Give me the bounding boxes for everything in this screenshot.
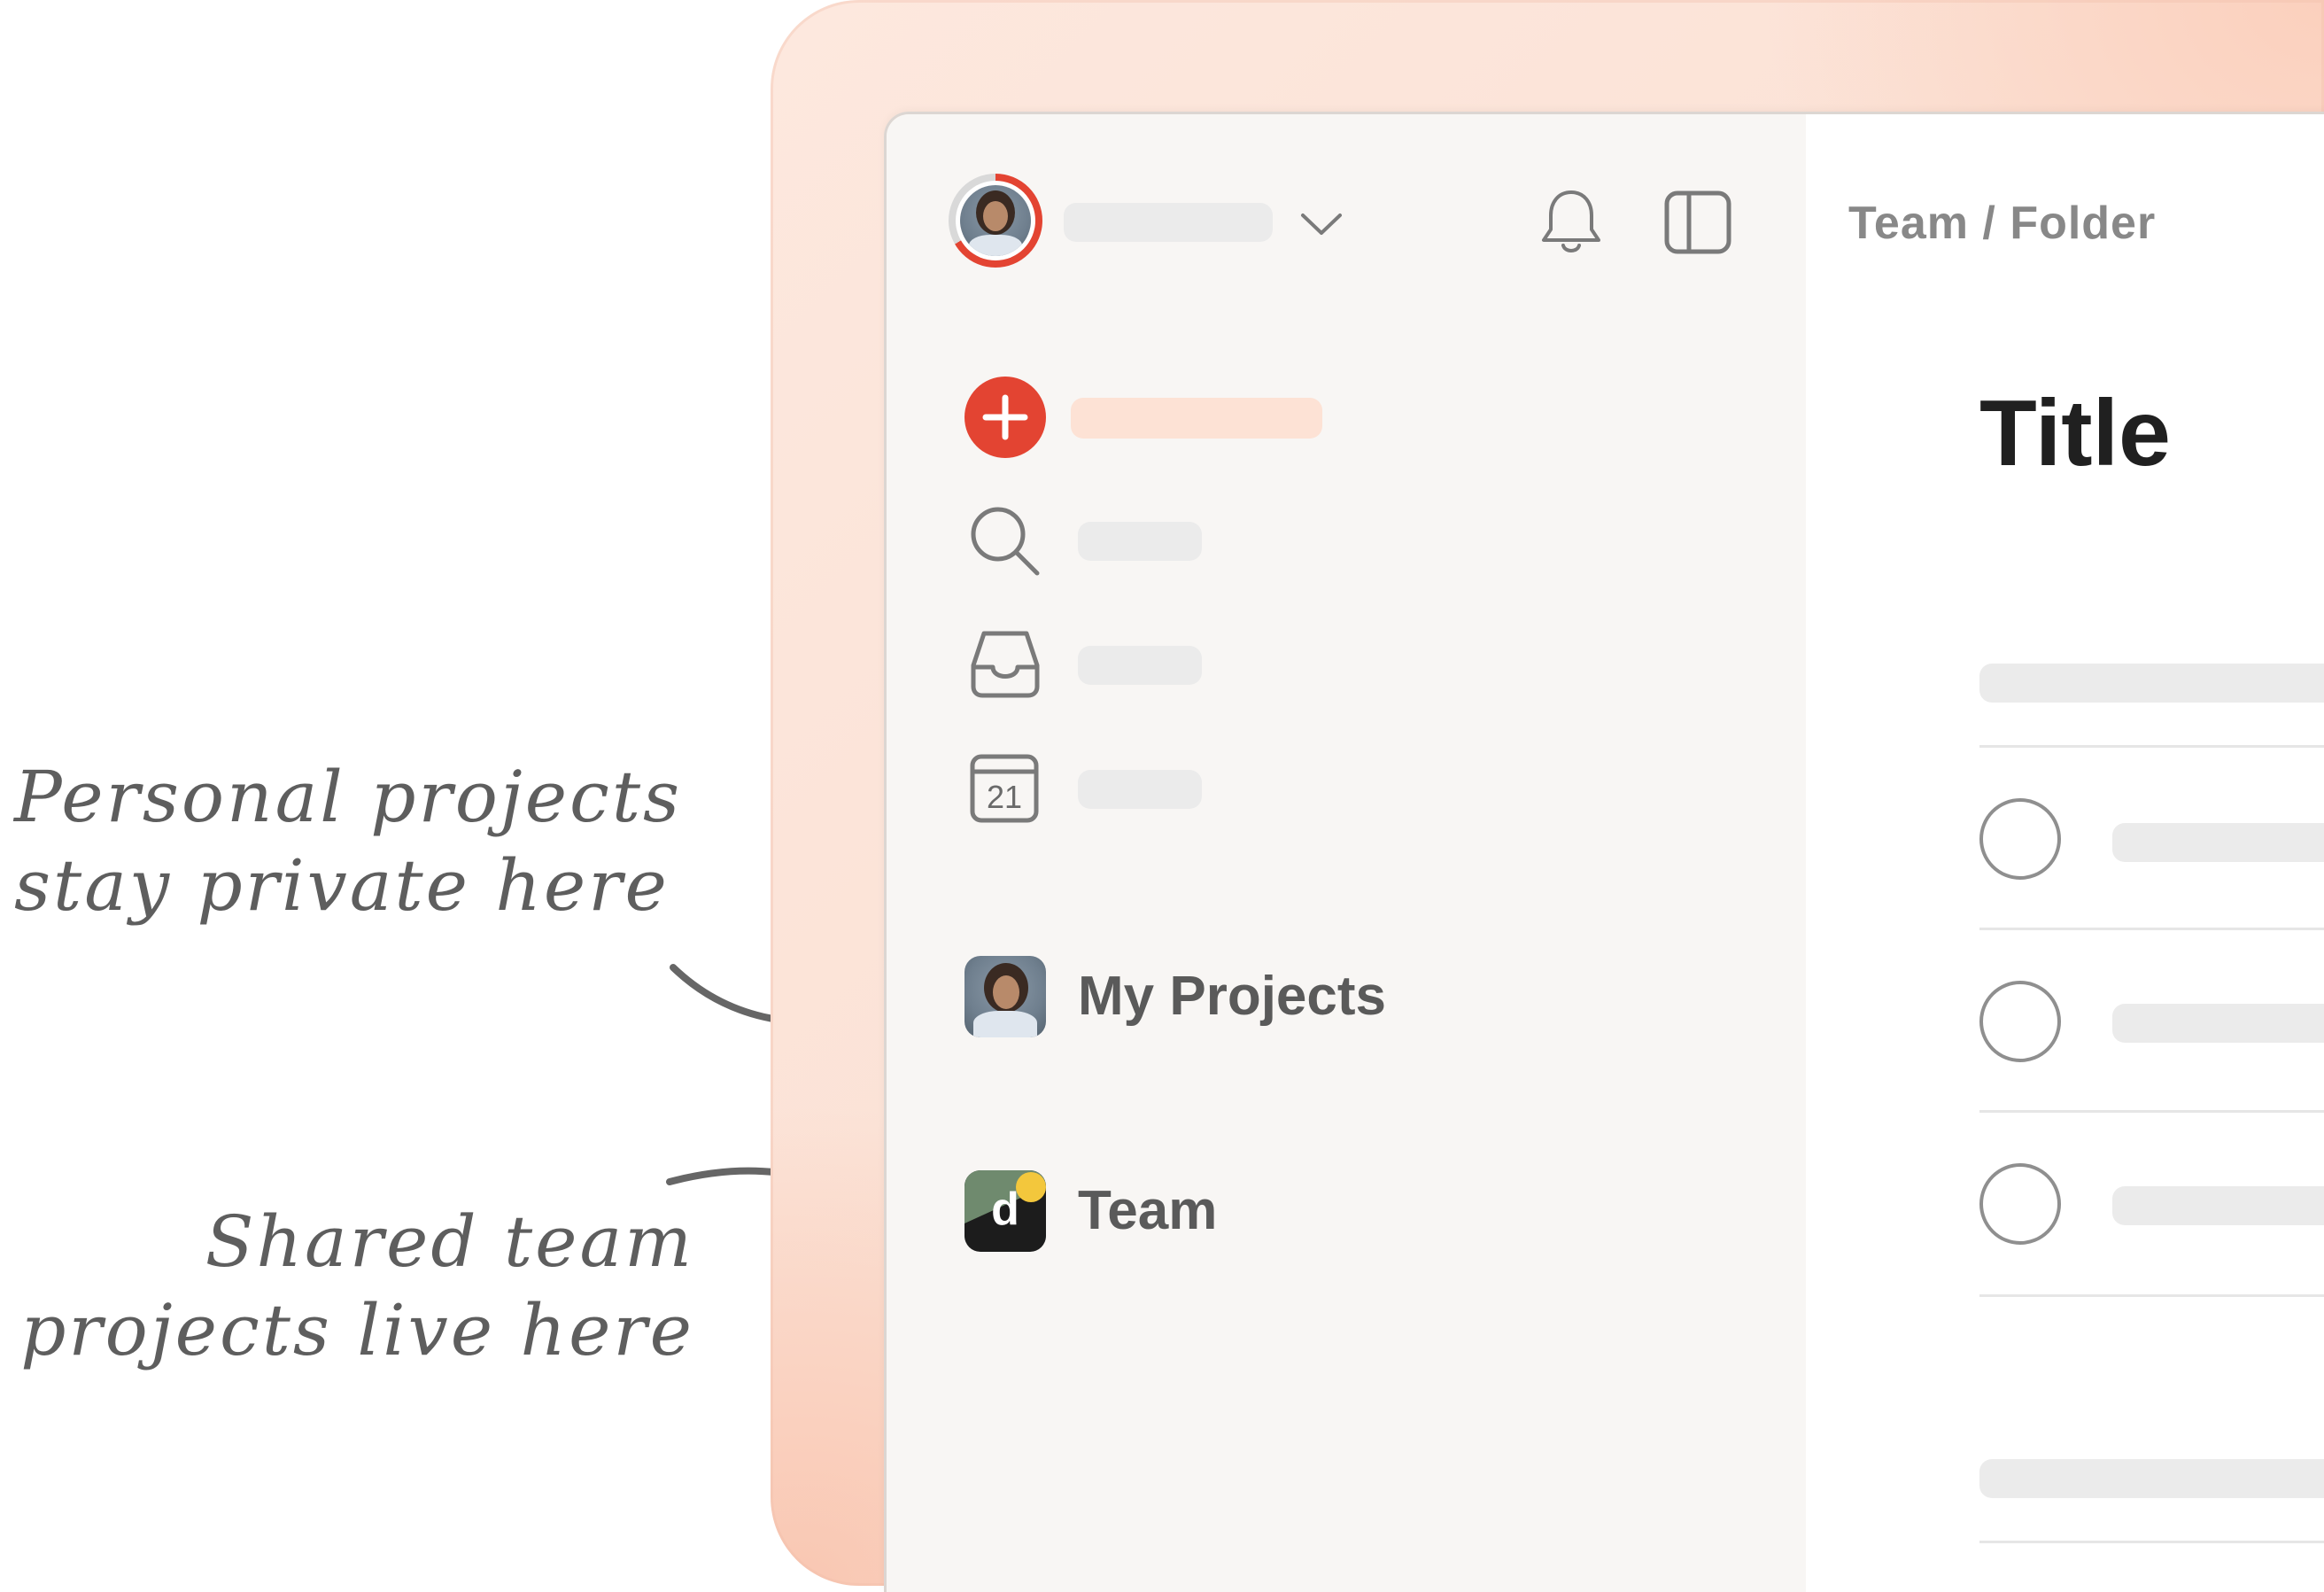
sidebar-item-team[interactable]: d Team <box>961 1167 1457 1255</box>
task-checkbox[interactable] <box>1979 1163 2061 1245</box>
calendar-day-number: 21 <box>986 779 1023 815</box>
team-logo-letter: d <box>991 1184 1019 1235</box>
divider <box>1979 1541 2324 1543</box>
app-window: 21 My Projects d Team Team / Folder Titl… <box>884 112 2324 1592</box>
upcoming-label-placeholder[interactable] <box>1078 770 1202 809</box>
annotation-shared-line-1: Shared team <box>205 1200 694 1283</box>
content-placeholder-bar <box>1979 664 2324 703</box>
annotation-shared: Shared team projects live here <box>20 1198 694 1375</box>
task-row[interactable] <box>1979 796 2324 885</box>
search-label-placeholder[interactable] <box>1078 522 1202 561</box>
bell-icon[interactable] <box>1540 187 1602 254</box>
divider <box>1979 1294 2324 1297</box>
sidebar-item-label: My Projects <box>1078 966 1387 1027</box>
annotation-personal-line-1: Personal projects <box>14 756 683 838</box>
annotation-personal: Personal projects stay private here <box>14 753 682 930</box>
add-task-label-placeholder[interactable] <box>1071 398 1322 439</box>
task-row[interactable] <box>1979 981 2324 1069</box>
breadcrumb[interactable]: Team / Folder <box>1848 197 2156 250</box>
user-avatar[interactable] <box>949 174 1042 268</box>
task-title-placeholder <box>2112 1004 2324 1043</box>
task-title-placeholder <box>2112 823 2324 862</box>
task-checkbox[interactable] <box>1979 798 2061 880</box>
search-icon[interactable] <box>968 504 1042 579</box>
user-avatar-icon <box>964 956 1046 1037</box>
add-task-icon[interactable] <box>964 377 1046 458</box>
workspace-name-placeholder[interactable] <box>1064 203 1273 242</box>
page-title[interactable]: Title <box>1979 380 2171 487</box>
main-content: Team / Folder Title <box>1806 114 2324 1592</box>
sidebar-toggle-icon[interactable] <box>1664 190 1731 254</box>
inbox-icon[interactable] <box>970 628 1041 699</box>
divider <box>1979 1110 2324 1113</box>
task-checkbox[interactable] <box>1979 981 2061 1062</box>
user-photo <box>960 185 1031 256</box>
calendar-icon[interactable]: 21 <box>970 754 1039 823</box>
content-placeholder-bar <box>1979 1459 2324 1498</box>
inbox-label-placeholder[interactable] <box>1078 646 1202 685</box>
team-logo-icon: d <box>964 1170 1046 1252</box>
divider <box>1979 928 2324 930</box>
chevron-down-icon[interactable] <box>1299 210 1344 237</box>
task-title-placeholder <box>2112 1186 2324 1225</box>
task-row[interactable] <box>1979 1163 2324 1252</box>
sidebar-item-label: Team <box>1078 1180 1218 1241</box>
sidebar: 21 My Projects d Team <box>887 114 1806 1592</box>
divider <box>1979 745 2324 748</box>
annotation-shared-line-2: projects live here <box>20 1289 694 1371</box>
sidebar-item-my-projects[interactable]: My Projects <box>961 952 1457 1041</box>
annotation-personal-line-2: stay private here <box>14 844 670 927</box>
